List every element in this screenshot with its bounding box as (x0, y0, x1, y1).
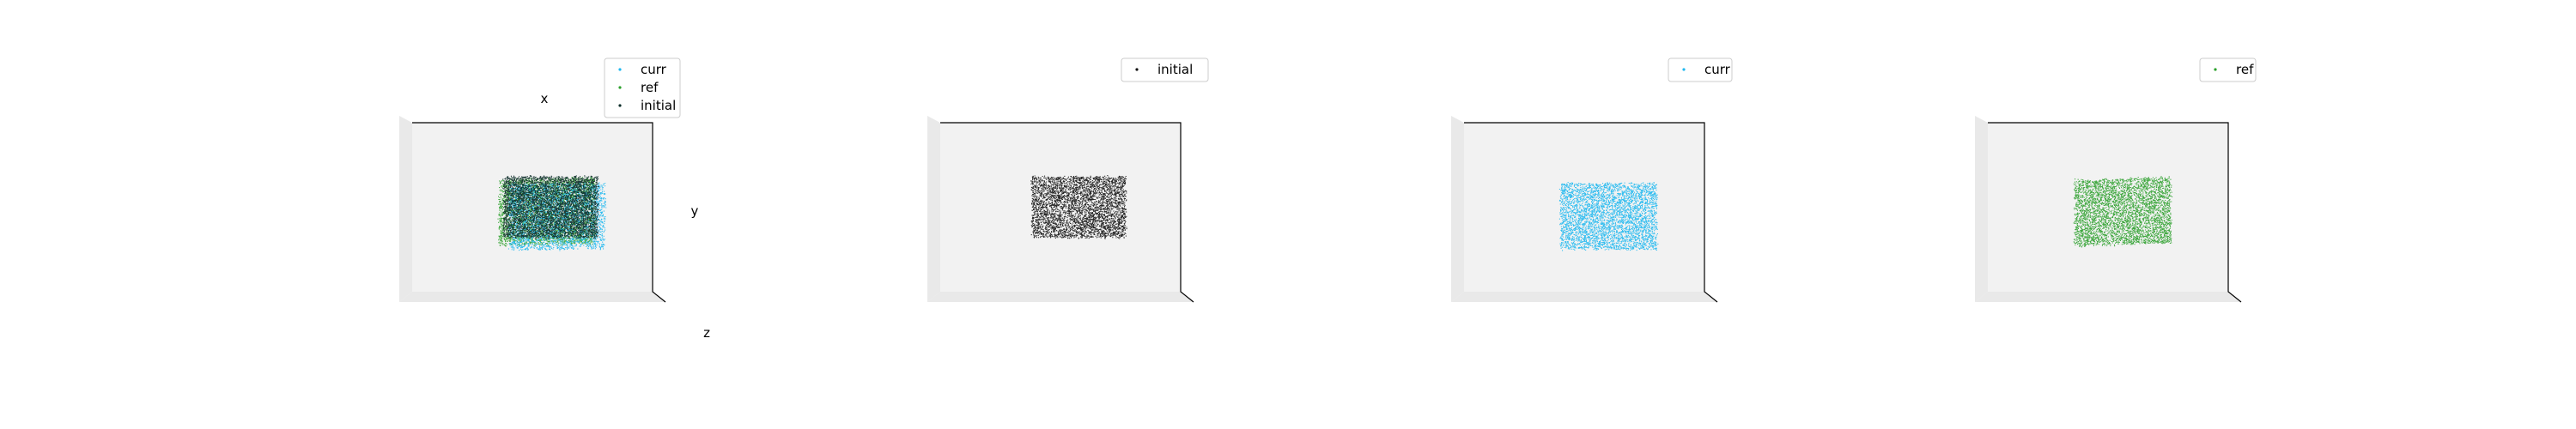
legend-label-curr: curr (1704, 62, 1731, 77)
legend-label-initial: initial (641, 98, 676, 113)
pane-floor (1451, 292, 1717, 302)
x-axis-label: x (541, 91, 549, 106)
pane-floor (927, 292, 1194, 302)
legend-label-curr: curr (641, 62, 667, 77)
figure-canvas: curr ref initial initial curr ref x y z (0, 0, 2576, 429)
pane-left-wall (927, 116, 940, 302)
legend-label-ref: ref (641, 80, 659, 95)
legend-label-initial: initial (1157, 62, 1193, 77)
pane-left-wall (1975, 116, 1988, 302)
legend-marker-curr (618, 68, 622, 71)
z-axis-label: z (703, 325, 710, 341)
pane-floor (1975, 292, 2241, 302)
legend-marker-curr (1682, 68, 1686, 71)
legend-marker-initial (618, 104, 622, 107)
legend: curr ref initial (604, 57, 681, 118)
legend-marker-ref (618, 86, 622, 89)
pane-floor (399, 292, 665, 302)
pane-left-wall (399, 116, 412, 302)
pane-left-wall (1451, 116, 1464, 302)
legend: curr (1668, 57, 1733, 82)
legend-label-ref: ref (2236, 62, 2254, 77)
legend-marker-ref (2214, 68, 2217, 71)
pane-back-wall (1988, 123, 2228, 292)
legend: ref (2199, 57, 2257, 82)
legend: initial (1121, 57, 1209, 82)
y-axis-label: y (691, 203, 699, 219)
legend-marker-initial (1135, 68, 1139, 71)
